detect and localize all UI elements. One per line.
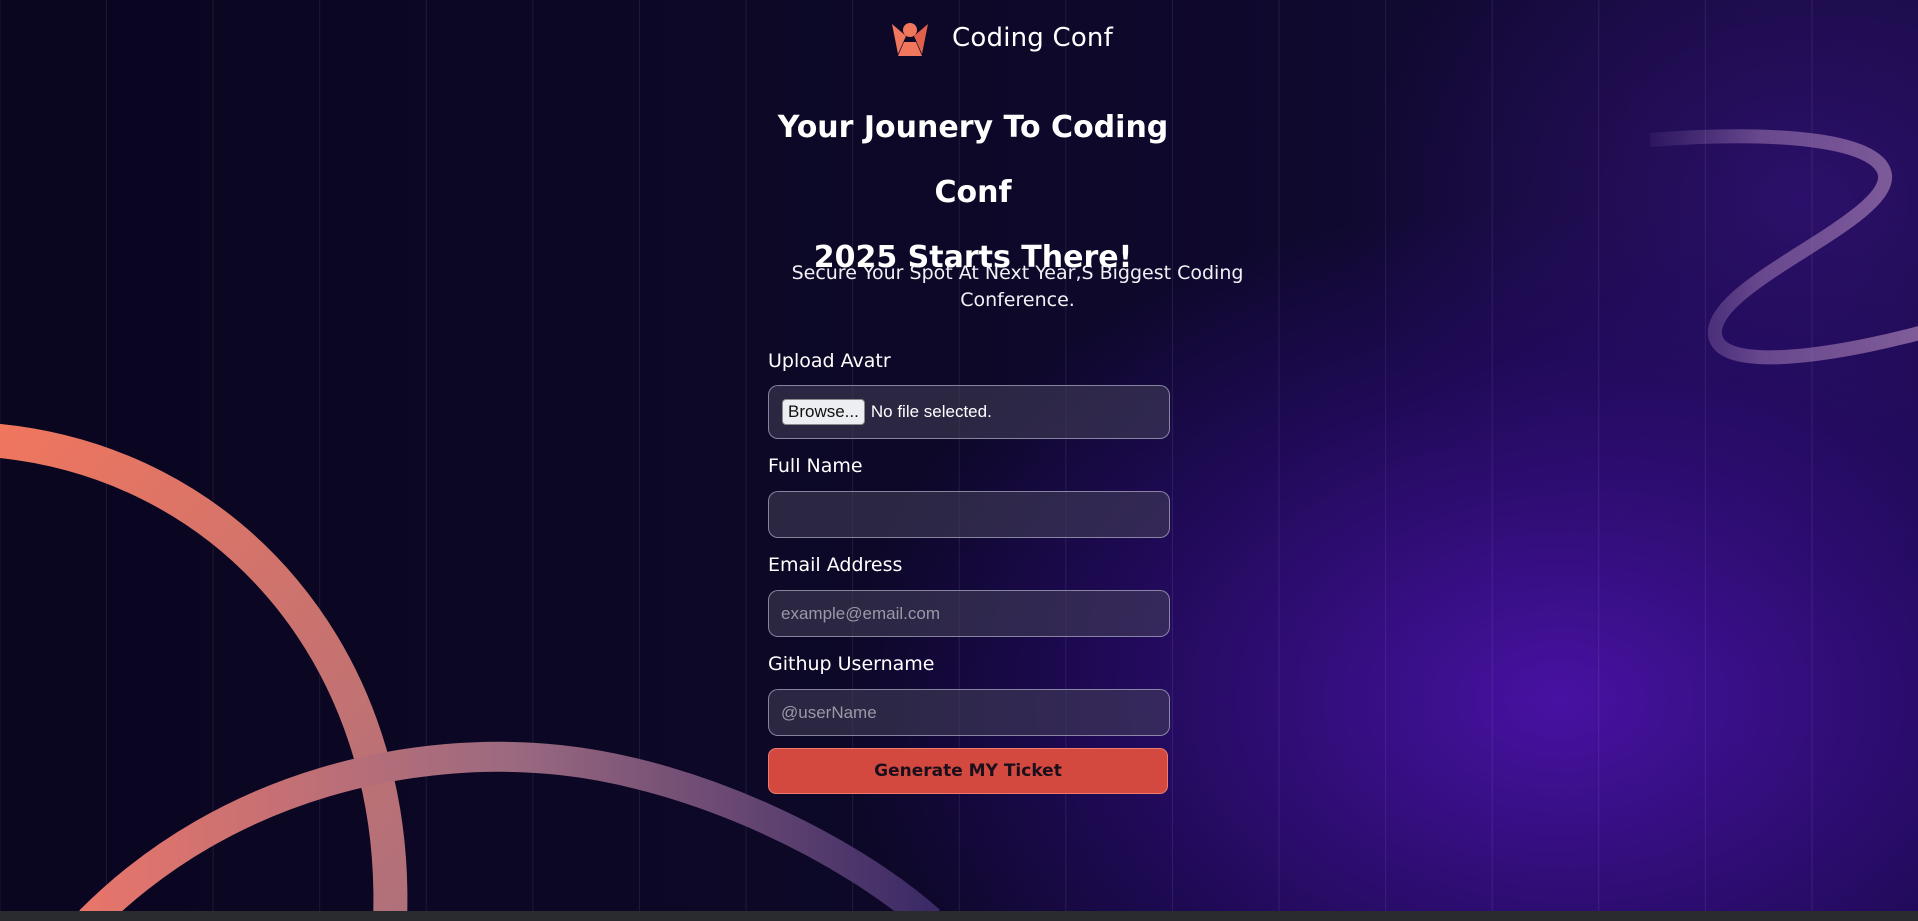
- full-name-label: Full Name: [768, 455, 863, 477]
- generate-ticket-button[interactable]: Generate MY Ticket: [768, 748, 1168, 794]
- decorative-squiggle-right: [1649, 129, 1918, 365]
- brand[interactable]: Coding Conf: [890, 18, 1113, 58]
- page-title-line-1: Your Jounery To Coding Conf: [777, 110, 1169, 210]
- bottom-taskbar-strip: [0, 911, 1918, 921]
- header: Coding Conf: [0, 18, 1918, 58]
- browse-button[interactable]: Browse...: [782, 399, 865, 425]
- page-subtitle: Secure Your Spot At Next Year,S Biggest …: [791, 262, 1244, 311]
- conference-logo-icon: [892, 23, 929, 56]
- brand-name: Coding Conf: [952, 23, 1113, 53]
- email-label: Email Address: [768, 554, 903, 576]
- github-label: Githup Username: [768, 653, 935, 675]
- github-username-input[interactable]: @userName: [768, 689, 1170, 736]
- file-status: No file selected.: [870, 402, 992, 421]
- email-input[interactable]: example@email.com: [768, 590, 1170, 637]
- avatar-upload-field[interactable]: Browse... No file selected.: [768, 385, 1170, 439]
- full-name-input[interactable]: [768, 491, 1170, 538]
- avatar-label: Upload Avatr: [768, 350, 891, 372]
